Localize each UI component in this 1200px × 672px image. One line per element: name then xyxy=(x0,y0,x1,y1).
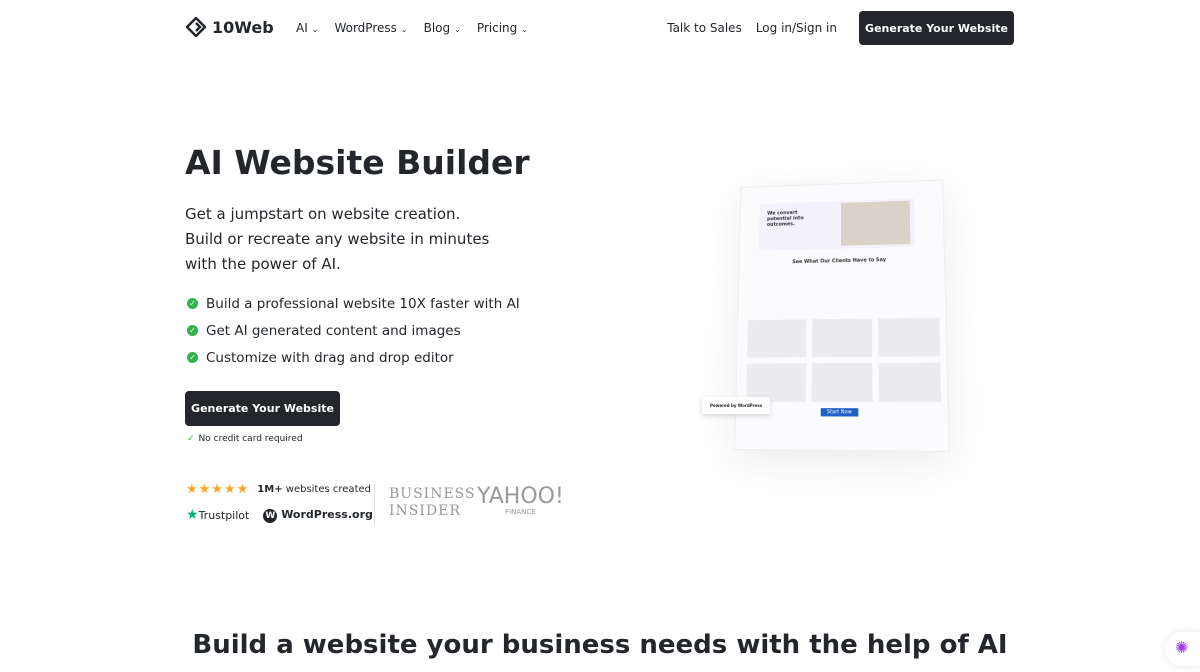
feature-item: ✓ Build a professional website 10X faster… xyxy=(187,290,520,317)
mock-gallery xyxy=(746,318,941,402)
feature-item: ✓ Get AI generated content and images xyxy=(187,317,520,344)
mock-photo xyxy=(878,362,941,402)
menu-label: Blog xyxy=(424,21,451,35)
feature-text: Get AI generated content and images xyxy=(206,323,461,339)
wordpress-label: WordPress.org xyxy=(281,508,373,521)
logo-line: BUSINESS xyxy=(389,486,476,503)
image-placeholder-icon xyxy=(841,201,910,246)
mock-photo xyxy=(812,363,873,402)
divider xyxy=(374,484,375,524)
talk-to-sales-link[interactable]: Talk to Sales xyxy=(667,21,742,35)
subtitle-line: Get a jumpstart on website creation. xyxy=(185,202,525,227)
mock-headline: We convert potential into outcomes. xyxy=(759,202,826,236)
feature-item: ✓ Customize with drag and drop editor xyxy=(187,344,520,371)
top-nav: 10Web AI ⌄ WordPress ⌄ Blog ⌄ Pricing ⌄ Talk… xyxy=(0,0,1200,56)
menu-ai[interactable]: AI ⌄ xyxy=(296,21,318,35)
trust-badges: ★★★★★ 1M+ websites created ★Trustpilot W … xyxy=(186,482,373,523)
logo-line: FINANCE xyxy=(477,508,564,516)
note-text: No credit card required xyxy=(199,434,303,444)
feature-list: ✓ Build a professional website 10X faster… xyxy=(187,290,520,371)
hero-subtitle: Get a jumpstart on website creation. Bui… xyxy=(185,202,525,277)
chevron-down-icon: ⌄ xyxy=(521,25,528,34)
trustpilot-badge: ★Trustpilot xyxy=(186,507,249,523)
websites-label: websites created xyxy=(286,484,371,495)
mock-clients-title: See What Our Clients Have to Say xyxy=(792,257,886,265)
check-circle-icon: ✓ xyxy=(187,352,198,363)
menu-wordpress[interactable]: WordPress ⌄ xyxy=(334,21,407,35)
ai-assistant-button[interactable]: ✺ xyxy=(1165,632,1200,666)
logo-line: YAHOO! xyxy=(477,484,564,509)
chevron-down-icon: ⌄ xyxy=(401,25,408,34)
business-insider-logo: BUSINESS INSIDER xyxy=(389,486,476,520)
menu-label: AI xyxy=(296,21,308,35)
chevron-down-icon: ⌄ xyxy=(454,25,461,34)
mock-photo xyxy=(747,319,806,357)
mock-photo xyxy=(878,318,940,357)
rating-stars-icon: ★★★★★ xyxy=(186,482,249,497)
login-link[interactable]: Log in/Sign in xyxy=(756,21,837,35)
logo[interactable]: 10Web xyxy=(186,17,274,37)
subtitle-line: Build or recreate any website in minutes xyxy=(185,227,525,252)
brain-icon: ✺ xyxy=(1175,638,1188,657)
menu-label: WordPress xyxy=(334,21,396,35)
feature-text: Customize with drag and drop editor xyxy=(206,350,454,366)
wordpress-logo-icon: W xyxy=(263,509,277,523)
check-icon: ✓ xyxy=(187,434,195,444)
trustpilot-star-icon: ★ xyxy=(186,507,199,523)
yahoo-finance-logo: YAHOO! FINANCE xyxy=(477,486,564,516)
menu-label: Pricing xyxy=(477,21,517,35)
page-title: AI Website Builder xyxy=(185,143,530,182)
logo-text: 10Web xyxy=(212,18,274,37)
powered-by-wordpress-card: Powered by WordPress xyxy=(702,397,770,414)
generate-website-button-top[interactable]: Generate Your Website xyxy=(859,11,1014,45)
menu-blog[interactable]: Blog ⌄ xyxy=(424,21,461,35)
mock-start-button: Start Now xyxy=(821,408,858,416)
10web-logo-icon xyxy=(186,17,206,37)
no-credit-card-note: ✓ No credit card required xyxy=(187,434,303,444)
section-title: Build a website your business needs with… xyxy=(0,630,1200,660)
trustpilot-label: Trustpilot xyxy=(199,509,250,522)
mock-photo xyxy=(812,319,872,358)
wordpress-badge: W WordPress.org xyxy=(263,508,373,523)
subtitle-line: with the power of AI. xyxy=(185,252,525,277)
chevron-down-icon: ⌄ xyxy=(312,25,319,34)
check-circle-icon: ✓ xyxy=(187,325,198,336)
feature-text: Build a professional website 10X faster … xyxy=(206,296,520,312)
logo-line: INSIDER xyxy=(389,503,476,520)
generate-website-button[interactable]: Generate Your Website xyxy=(185,391,340,426)
websites-count: 1M+ xyxy=(257,484,282,495)
menu-pricing[interactable]: Pricing ⌄ xyxy=(477,21,528,35)
check-circle-icon: ✓ xyxy=(187,298,198,309)
